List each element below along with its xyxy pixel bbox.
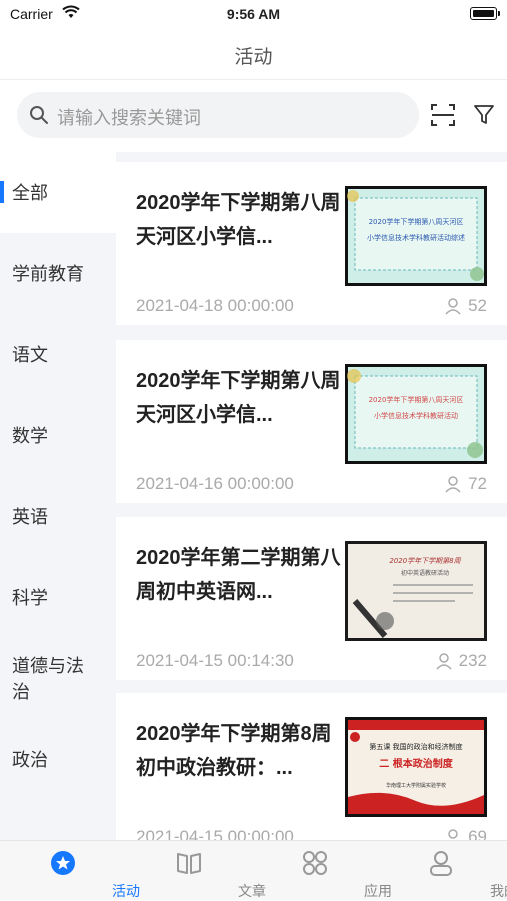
category-label: 学前教育 (12, 263, 84, 284)
category-label: 语文 (12, 344, 48, 365)
activity-card[interactable]: 2020学年下学期第八周天河区小学信... 2020学年下学期第八周天河区 小学… (116, 340, 507, 503)
filter-icon[interactable] (473, 104, 495, 131)
category-label: 数学 (12, 425, 48, 446)
person-icon (445, 476, 461, 493)
tab-apps[interactable]: 应用 (252, 841, 392, 901)
category-label: 政治 (12, 749, 48, 770)
view-count-value: 232 (458, 651, 487, 670)
thumbnail-text: 二 根本政治制度 (379, 757, 453, 770)
activity-title: 2020学年第二学期第八周初中英语网... (136, 547, 341, 603)
category-item-math[interactable]: 数学 (0, 395, 116, 476)
category-item-morality-law[interactable]: 道德与法治 (0, 638, 116, 719)
activity-date: 2021-04-15 00:00:00 (136, 827, 294, 840)
activity-title: 2020学年下学期第八周天河区小学信... (136, 370, 341, 426)
activity-thumbnail: 2020学年下学期第八周天河区 小学信息技术学科教研活动综述 (345, 186, 487, 286)
category-item-science[interactable]: 科学 (0, 557, 116, 638)
category-label: 全部 (12, 182, 48, 203)
clock: 9:56 AM (226, 6, 281, 22)
view-count: 52 (444, 296, 487, 316)
category-sidebar: 全部 学前教育 语文 数学 英语 科学 道德与法治 政治 (0, 152, 116, 840)
category-item-chinese[interactable]: 语文 (0, 314, 116, 395)
activity-title: 2020学年下学期第8周初中政治教研：... (136, 723, 332, 779)
tab-activity[interactable]: 活动 (0, 841, 140, 901)
activity-card[interactable]: 2020学年下学期第8周初中政治教研：... 第五课 我国的政治和经济制度 二 … (116, 693, 507, 840)
category-label: 科学 (12, 587, 48, 608)
thumbnail-text: 2020学年下学期第8周 (389, 557, 461, 565)
category-item-all[interactable]: 全部 (0, 152, 116, 233)
view-count: 69 (444, 827, 487, 840)
category-item-preschool[interactable]: 学前教育 (0, 233, 116, 314)
search-icon (29, 105, 49, 130)
status-bar: Carrier 9:56 AM (0, 0, 507, 28)
view-count: 72 (444, 474, 487, 494)
thumbnail-text: 小学信息技术学科教研活动综述 (367, 233, 465, 242)
battery-icon (470, 7, 500, 20)
activity-date: 2021-04-18 00:00:00 (136, 296, 294, 315)
activity-thumbnail: 2020学年下学期第八周天河区 小学信息技术学科教研活动 (345, 364, 487, 464)
page-title: 活动 (234, 47, 273, 68)
activity-star-icon (49, 849, 77, 877)
book-icon (175, 849, 203, 877)
activity-date: 2021-04-16 00:00:00 (136, 474, 294, 493)
nav-bar: 活动 (0, 28, 507, 80)
person-icon (436, 653, 452, 670)
activity-date: 2021-04-15 00:14:30 (136, 651, 294, 670)
activity-thumbnail: 2020学年下学期第8周 初中英语教研活动 (345, 541, 487, 641)
thumbnail-text: 第五课 我国的政治和经济制度 (369, 742, 462, 751)
thumbnail-text: 初中英语教研活动 (401, 569, 449, 577)
tab-label: 我的 (490, 883, 507, 899)
view-count-value: 72 (468, 474, 487, 493)
thumbnail-text: 2020学年下学期第八周天河区 (369, 395, 464, 404)
activity-thumbnail: 第五课 我国的政治和经济制度 二 根本政治制度 华南理工大学附属实验学校 (345, 717, 487, 817)
thumbnail-text: 小学信息技术学科教研活动 (374, 411, 458, 420)
search-input[interactable]: 请输入搜索关键词 (17, 92, 419, 138)
tab-bar: 活动 文章 应用 我的 (0, 840, 507, 900)
activity-card[interactable]: 2020学年下学期第八周天河区小学信... 2020学年下学期第八周天河区 小学… (116, 162, 507, 325)
profile-icon (427, 849, 455, 877)
category-label: 英语 (12, 506, 48, 527)
person-icon (445, 298, 461, 315)
activity-list: 2020学年下学期第八周天河区小学信... 2020学年下学期第八周天河区 小学… (116, 152, 507, 840)
category-label: 道德与法治 (12, 655, 84, 702)
view-count: 232 (435, 651, 487, 671)
activity-title: 2020学年下学期第八周天河区小学信... (136, 192, 341, 248)
search-placeholder: 请输入搜索关键词 (57, 108, 201, 128)
category-item-politics[interactable]: 政治 (0, 719, 116, 800)
scan-icon[interactable] (430, 103, 456, 132)
tab-article[interactable]: 文章 (126, 841, 266, 901)
activity-card[interactable]: 2020学年第二学期第八周初中英语网... 2020学年下学期第8周 初中英语教… (116, 517, 507, 680)
view-count-value: 69 (468, 827, 487, 840)
tab-profile[interactable]: 我的 (378, 841, 507, 901)
thumbnail-text: 华南理工大学附属实验学校 (386, 782, 446, 789)
view-count-value: 52 (468, 296, 487, 315)
thumbnail-text: 2020学年下学期第八周天河区 (369, 217, 464, 226)
person-icon (448, 829, 458, 839)
search-row: 请输入搜索关键词 (0, 92, 507, 138)
apps-grid-icon (301, 849, 329, 877)
category-item-english[interactable]: 英语 (0, 476, 116, 557)
